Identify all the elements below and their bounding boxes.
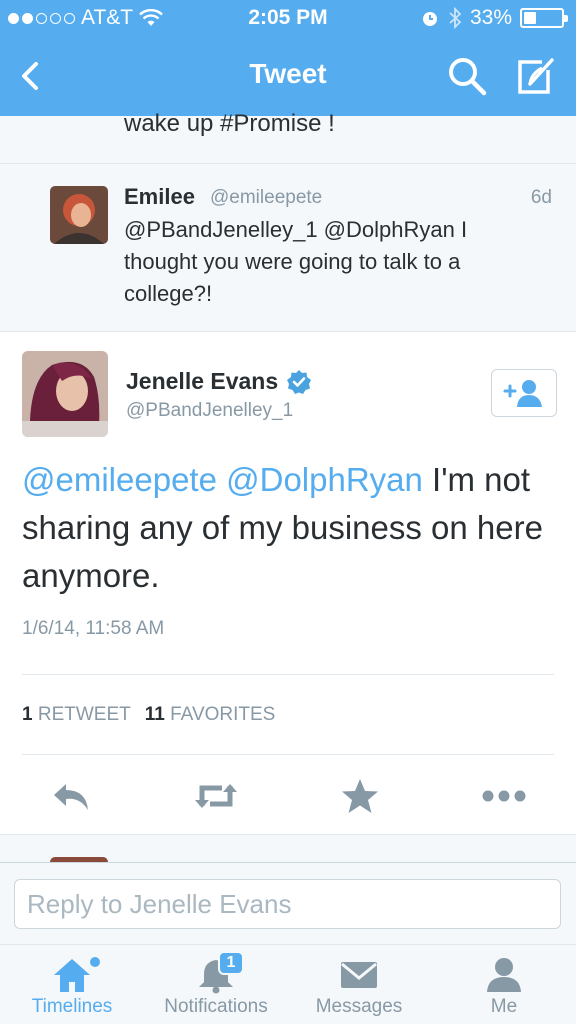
envelope-icon [337,955,381,995]
add-user-icon [503,380,542,407]
more-button[interactable] [480,772,528,820]
tweet-timestamp: 1/6/14, 11:58 AM [22,618,165,639]
tab-bar: Timelines 1 Notifications Messages Me [0,944,576,1024]
more-icon [482,790,526,802]
bell-icon: 1 [194,951,244,995]
tab-label: Me [490,996,518,1017]
tab-timelines[interactable]: Timelines [14,945,130,1024]
bluetooth-icon [449,7,462,29]
tweet-text: @PBandJenelley_1 @DolphRyan I thought yo… [124,217,468,306]
alarm-icon [422,12,437,26]
search-icon[interactable] [445,54,489,98]
reply-button[interactable] [48,772,96,820]
home-icon [50,955,100,995]
tab-label: Notifications [164,996,268,1017]
tab-messages[interactable]: Messages [306,945,412,1024]
notification-badge: 1 [218,951,244,975]
tab-me[interactable]: Me [472,945,536,1024]
tab-label: Messages [315,996,403,1017]
page-title: Tweet [249,58,327,89]
in-reply-to-tweet[interactable]: Emilee @emileepete 6d @PBandJenelley_1 @… [0,164,576,332]
retweets-label: RETWEET [37,704,131,725]
battery-icon [520,8,568,28]
avatar[interactable] [50,186,108,244]
mention-link[interactable]: @DolphRyan [226,461,423,498]
favorites-stat[interactable]: 11 FAVORITES [145,704,276,726]
author-handle: @emileepete [210,187,323,208]
favorites-count: 11 [144,704,165,725]
new-content-indicator [90,957,100,967]
compose-icon[interactable] [512,54,556,98]
battery-level [524,12,536,24]
retweets-count: 1 [22,704,33,725]
nav-bar: Tweet [0,38,576,116]
reply-input[interactable] [14,879,561,929]
tab-label: Timelines [31,996,113,1017]
next-tweet-preview[interactable] [0,834,576,862]
battery-percent: 33% [469,6,512,29]
person-icon [482,955,526,995]
reply-bar [0,862,576,944]
favorite-button[interactable] [336,772,384,820]
author-name[interactable]: Emilee [124,184,195,210]
status-bar: AT&T 2:05 PM 33% [0,0,576,38]
reply-icon [54,784,88,810]
author-name[interactable]: Jenelle Evans [126,368,312,395]
status-right: 33% [420,6,568,30]
favorites-label: FAVORITES [170,704,276,725]
tweet-actions [0,756,576,836]
tweet-text: @emileepete @DolphRyan I'm not sharing a… [22,456,558,600]
favorite-icon [342,779,378,813]
author-handle: @PBandJenelley_1 [126,400,294,421]
divider [22,754,554,755]
tweet-age: 6d [530,187,552,208]
retweet-icon [195,784,237,808]
previous-tweet-text: wake up #Promise ! [124,110,335,137]
verified-badge-icon [287,369,312,394]
divider [22,674,554,675]
retweets-stat[interactable]: 1 RETWEET [22,704,131,726]
tab-notifications[interactable]: 1 Notifications [152,945,280,1024]
avatar[interactable] [22,351,108,437]
app-header: AT&T 2:05 PM 33% Tweet [0,0,576,116]
follow-button[interactable] [491,369,557,417]
retweet-button[interactable] [192,772,240,820]
mention-link[interactable]: @emileepete [22,461,217,498]
author-name-text: Jenelle Evans [126,368,279,394]
previous-tweet[interactable]: wake up #Promise ! [0,110,576,164]
main-tweet: Jenelle Evans @PBandJenelley_1 @emileepe… [0,332,576,862]
tweet-stats: 1 RETWEET 11 FAVORITES [22,704,275,726]
